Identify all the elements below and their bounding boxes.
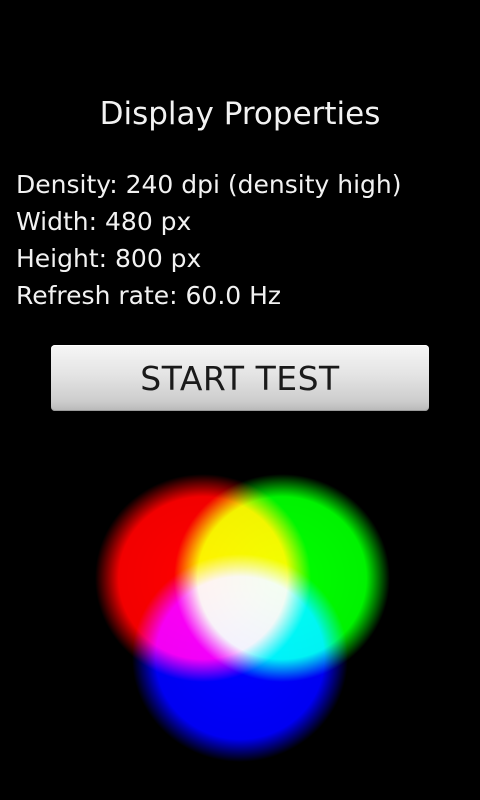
width-text: Width: 480 px: [16, 207, 192, 236]
app-screen: Display Properties Density: 240 dpi (den…: [0, 0, 480, 800]
page-title: Display Properties: [99, 96, 381, 132]
display-properties-list: Density: 240 dpi (density high) Width: 4…: [16, 166, 466, 314]
height-text: Height: 800 px: [16, 244, 202, 273]
blue-circle: [132, 554, 348, 762]
refresh-rate-text: Refresh rate: 60.0 Hz: [16, 281, 282, 310]
rgb-circles-graphic: [95, 474, 390, 762]
start-test-button[interactable]: START TEST: [51, 345, 429, 411]
start-test-label: START TEST: [140, 358, 340, 398]
density-text: Density: 240 dpi (density high): [16, 170, 402, 199]
